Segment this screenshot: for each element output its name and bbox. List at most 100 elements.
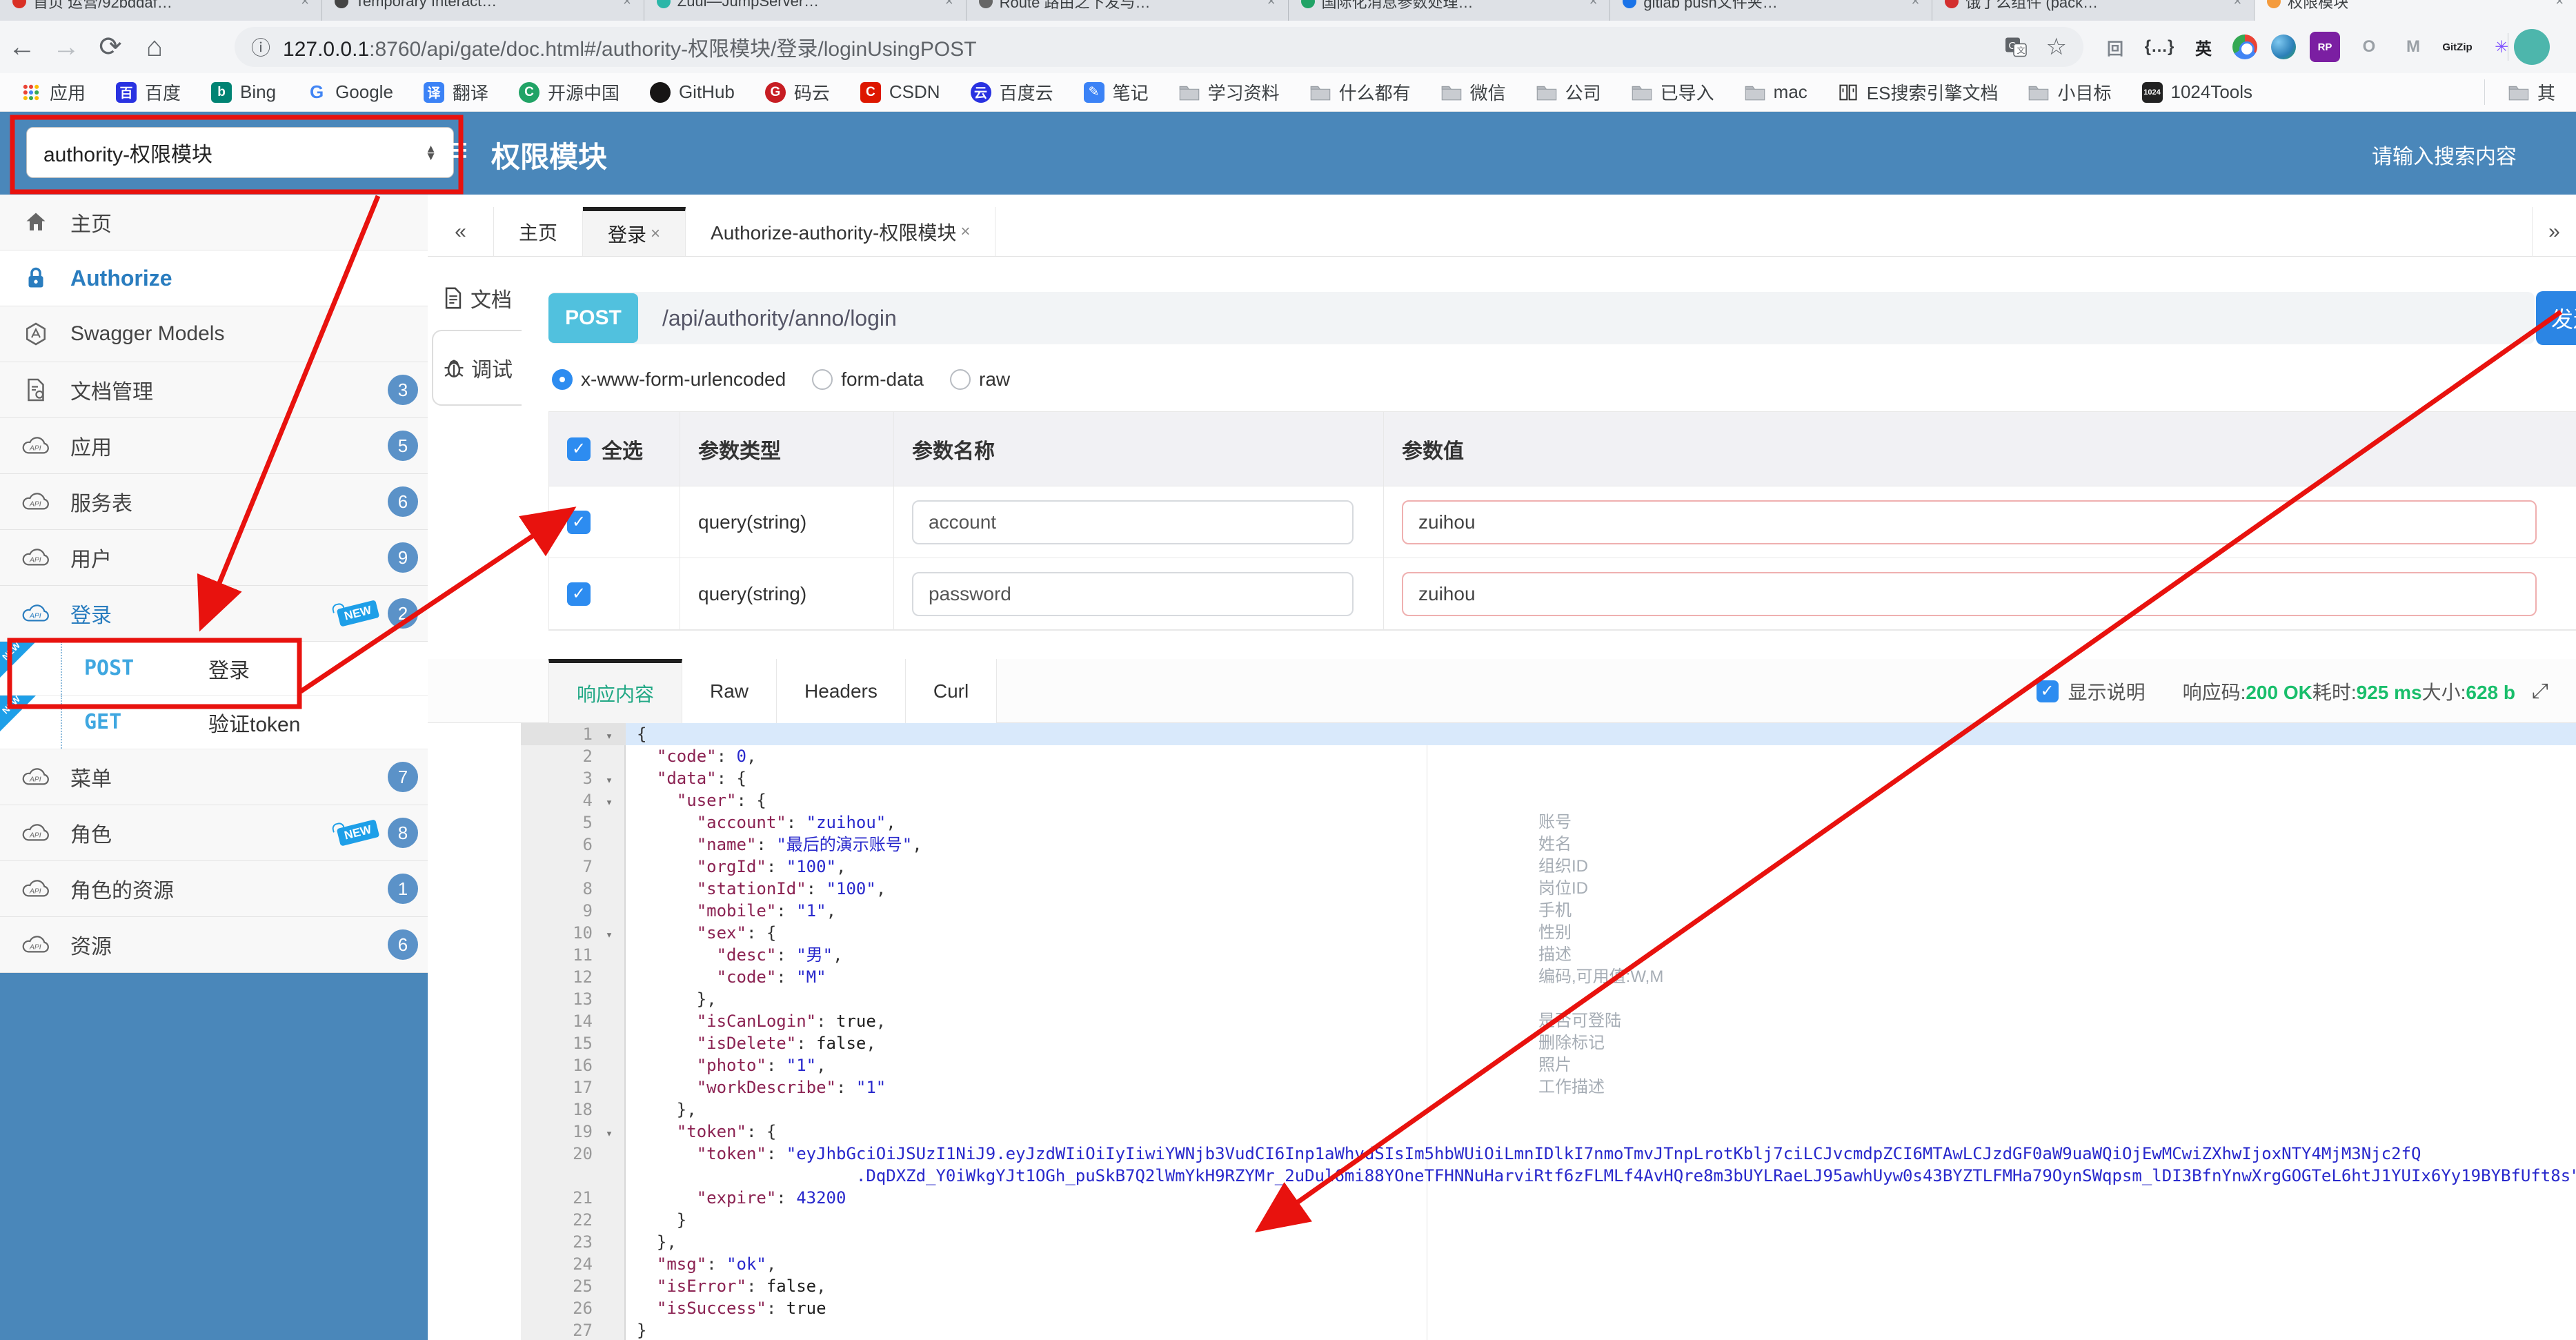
bookmark-item[interactable]: C CSDN	[860, 81, 940, 103]
bookmark-item[interactable]: 百百度	[116, 79, 181, 105]
more-tabs-icon[interactable]: »	[2532, 207, 2576, 257]
browser-tab[interactable]: Temporary Interact… ×	[322, 0, 644, 21]
tab-close-icon[interactable]: ×	[301, 0, 309, 10]
profile-avatar[interactable]	[2514, 29, 2550, 65]
content-tab-Authorize-authority-权限模块[interactable]: Authorize-authority-权限模块 ×	[686, 207, 996, 256]
home-icon[interactable]: ⌂	[132, 32, 177, 63]
bookmark-item[interactable]: mac	[1745, 81, 1807, 103]
bookmark-item[interactable]: 公司	[1536, 79, 1601, 105]
fold-caret-icon[interactable]: ▾	[593, 791, 626, 814]
row-checkbox[interactable]: ✓	[567, 582, 591, 606]
fold-caret-icon[interactable]: ▾	[593, 924, 626, 946]
row-checkbox[interactable]: ✓	[567, 510, 591, 534]
sidebar-item-文档管理[interactable]: 文档管理 3	[0, 362, 428, 418]
reload-icon[interactable]: ⟳	[88, 31, 132, 63]
browser-tab[interactable]: Route 路由之下发与… ×	[967, 0, 1289, 21]
sidebar-item-应用[interactable]: API 应用 5	[0, 418, 428, 474]
module-select[interactable]: authority-权限模块 ▲ ▼	[26, 127, 454, 178]
forward-icon[interactable]: →	[44, 32, 88, 63]
param-name-input[interactable]	[912, 571, 1354, 616]
show-desc-checkbox[interactable]: ✓	[2036, 680, 2059, 702]
bookmark-item[interactable]: 小目标	[2028, 79, 2112, 105]
select-all-checkbox[interactable]: ✓	[567, 437, 591, 461]
sidebar-item-服务表[interactable]: API 服务表 6	[0, 474, 428, 530]
bookmark-item[interactable]: ✎ 笔记	[1083, 79, 1149, 105]
body-type-option[interactable]: x-www-form-urlencoded	[552, 368, 786, 391]
rail-tab-文档[interactable]: 文档	[432, 266, 522, 330]
bookmark-item[interactable]: 译翻译	[423, 79, 488, 105]
m-arrow-icon[interactable]: M	[2398, 32, 2428, 62]
translate-ext-icon[interactable]: 英	[2188, 32, 2219, 62]
fold-caret-icon[interactable]: ▾	[593, 1123, 626, 1145]
browser-tab[interactable]: 权限模块 ×	[2255, 0, 2576, 21]
bookmark-item[interactable]: G 码云	[764, 79, 830, 105]
fold-caret-icon[interactable]: ▾	[593, 725, 626, 747]
page-info-icon[interactable]: ⓘ	[251, 33, 270, 61]
bookmark-item[interactable]: GitHub	[649, 81, 735, 103]
param-value-input[interactable]	[1402, 500, 2537, 544]
param-value-input[interactable]	[1402, 571, 2537, 616]
ring-icon[interactable]: O	[2354, 32, 2384, 62]
braces-icon[interactable]: {…}	[2144, 32, 2174, 62]
sidebar-item-主页[interactable]: 主页	[0, 195, 428, 250]
bookmark-item[interactable]: C 开源中国	[518, 79, 620, 105]
bookmark-item[interactable]: 已导入	[1632, 79, 1714, 105]
header-search-input[interactable]: 请输入搜索内容	[2372, 139, 2517, 170]
browser-tab[interactable]: gitlab push文件夹… ×	[1610, 0, 1933, 21]
sidebar-item-登录[interactable]: API 登录 NEW 2	[0, 586, 428, 642]
response-tab-响应内容[interactable]: 响应内容	[548, 659, 683, 723]
back-icon[interactable]: ←	[0, 32, 44, 63]
browser-tab[interactable]: 国际化消息参数处理… ×	[1289, 0, 1611, 21]
body-type-option[interactable]: form-data	[812, 368, 924, 391]
send-button[interactable]: 发送	[2536, 291, 2576, 345]
menu-toggle-icon[interactable]: ≡	[447, 130, 468, 171]
globe-icon[interactable]	[2271, 35, 2296, 59]
sidebar-item-用户[interactable]: API 用户 9	[0, 530, 428, 586]
bookmark-item[interactable]: G Google	[306, 81, 393, 103]
sidebar-item-角色的资源[interactable]: API 角色的资源 1	[0, 861, 428, 917]
rail-tab-调试[interactable]: 调试	[432, 330, 522, 406]
json-viewer-icon[interactable]: 回	[2100, 32, 2130, 62]
bookmark-item[interactable]: 学习资料	[1179, 79, 1280, 105]
bookmark-item[interactable]: 应用	[21, 79, 86, 105]
tab-close-icon[interactable]: ×	[1912, 0, 1920, 10]
response-json-editor[interactable]: 1 ▾{2 "code": 0, 3 ▾ "data": {4 ▾ "user": {5…	[428, 723, 2576, 1340]
browser-tab[interactable]: 首页 运营/92bddaf… ×	[0, 0, 322, 21]
sidebar-item-角色[interactable]: API 角色 NEW 8	[0, 805, 428, 861]
address-bar[interactable]: ⓘ 127.0.0.1:8760/api/gate/doc.html#/auth…	[235, 27, 2083, 67]
response-tab-Raw[interactable]: Raw	[682, 659, 777, 723]
response-tab-Curl[interactable]: Curl	[905, 659, 998, 723]
sidebar-item-Swagger Models[interactable]: Swagger Models	[0, 306, 428, 362]
sidebar-item-菜单[interactable]: API 菜单 7	[0, 749, 428, 805]
radio-icon[interactable]	[552, 369, 573, 390]
sidebar-item-资源[interactable]: API 资源 6	[0, 917, 428, 973]
bookmark-item[interactable]: 云百度云	[970, 79, 1053, 105]
tab-close-icon[interactable]: ×	[651, 224, 660, 244]
body-type-option[interactable]: raw	[950, 368, 1010, 391]
tab-close-icon[interactable]: ×	[960, 222, 970, 242]
sidebar-endpoint-登录[interactable]: NEW POST 登录	[0, 640, 428, 696]
sidebar-item-Authorize[interactable]: Authorize	[0, 250, 428, 306]
bookmark-item[interactable]: 微信	[1441, 79, 1506, 105]
tab-close-icon[interactable]: ×	[1589, 0, 1598, 10]
chrome-icon[interactable]	[2232, 35, 2257, 59]
tab-close-icon[interactable]: ×	[623, 0, 631, 10]
fullscreen-icon[interactable]: ⤢	[2532, 680, 2548, 703]
bookmarks-overflow[interactable]: 其	[2484, 79, 2555, 105]
bookmark-item[interactable]: 什么都有	[1310, 79, 1411, 105]
tab-close-icon[interactable]: ×	[2233, 0, 2241, 10]
content-tab-主页[interactable]: 主页	[494, 207, 584, 256]
bookmark-item[interactable]: b Bing	[211, 81, 276, 103]
tab-close-icon[interactable]: ×	[1267, 0, 1276, 10]
tab-close-icon[interactable]: ×	[945, 0, 953, 10]
bookmark-item[interactable]: 1024 1024Tools	[2141, 81, 2252, 103]
radio-icon[interactable]	[950, 369, 971, 390]
translate-icon[interactable]: G文	[2003, 35, 2028, 59]
collapse-tabs-icon[interactable]: «	[428, 207, 494, 256]
bookmark-star-icon[interactable]: ☆	[2046, 33, 2067, 61]
browser-tab[interactable]: 饿了么组件 (pack… ×	[1932, 0, 2255, 21]
radio-icon[interactable]	[812, 369, 833, 390]
rp-icon[interactable]: RP	[2310, 32, 2340, 62]
gitzip-icon[interactable]: GitZip	[2442, 32, 2473, 62]
param-name-input[interactable]	[912, 500, 1354, 544]
